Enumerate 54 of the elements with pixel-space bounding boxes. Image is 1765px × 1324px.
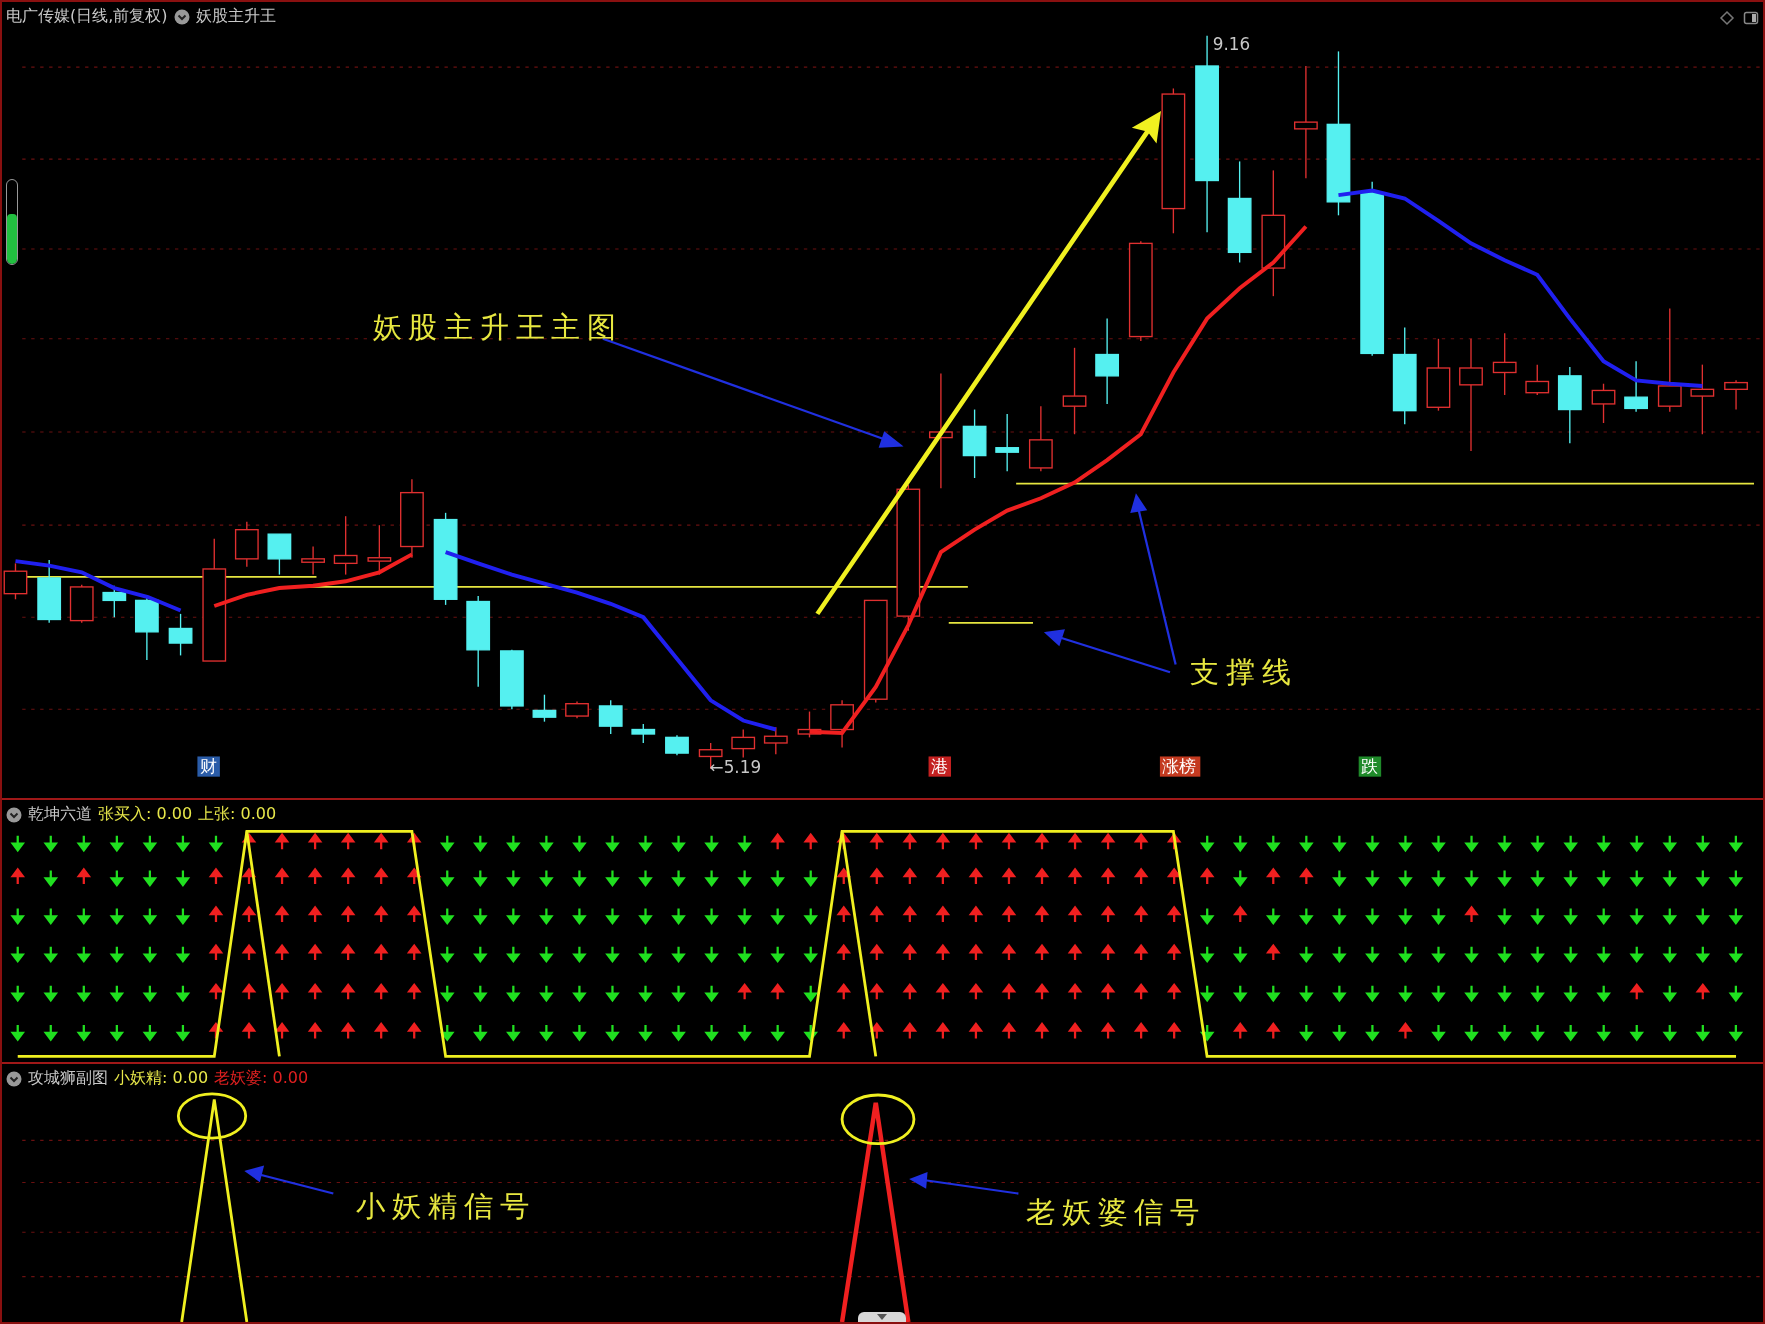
indicator-value: 老妖婆: 0.00	[214, 1068, 309, 1089]
candlestick	[731, 728, 756, 759]
candlestick	[234, 521, 259, 568]
price-label: ←5.19	[709, 757, 762, 778]
candlestick	[333, 515, 358, 576]
candlestick	[1525, 363, 1550, 396]
price-label: 9.16	[1212, 34, 1251, 55]
event-tag: 财	[197, 756, 220, 777]
indicator-title: 妖股主升王	[195, 6, 276, 27]
indicator-value: 小妖精: 0.00	[114, 1068, 209, 1089]
panel-title: 乾坤六道	[28, 804, 92, 825]
candlestick	[3, 562, 28, 600]
annotation-label: 老妖婆信号	[1026, 1195, 1206, 1230]
chevron-down-icon[interactable]	[173, 8, 190, 25]
caret-icon	[877, 1314, 887, 1320]
candlestick	[301, 545, 325, 576]
event-tag: 港	[928, 756, 951, 777]
candlestick	[962, 408, 987, 479]
collapse-tab[interactable]	[858, 1312, 906, 1322]
diamond-icon[interactable]	[1719, 10, 1735, 26]
candlestick	[69, 584, 94, 624]
candlestick	[1492, 332, 1517, 396]
event-tag: 涨榜	[1159, 756, 1201, 777]
chevron-down-icon[interactable]	[6, 806, 22, 823]
event-tag: 跌	[1358, 756, 1382, 777]
panel-toggle-icon[interactable]	[1743, 10, 1759, 26]
candlestick	[37, 559, 62, 624]
candlestick	[499, 649, 524, 710]
highlight-circle	[176, 1092, 248, 1140]
candlestick	[797, 710, 822, 739]
candlestick	[1690, 363, 1715, 435]
candlestick	[665, 734, 689, 756]
indicator-value: 上张: 0.00	[198, 804, 277, 825]
chevron-down-icon[interactable]	[6, 1070, 22, 1087]
candlestick	[598, 699, 623, 735]
candlestick	[995, 413, 1020, 472]
candlestick	[1624, 360, 1648, 413]
annotation-label: 妖股主升王主图	[372, 309, 623, 344]
candlestick	[267, 533, 292, 576]
candlestick	[168, 613, 193, 657]
candlestick	[367, 524, 392, 576]
annotation-label: 支撑线	[1190, 655, 1298, 690]
candlestick	[1724, 379, 1748, 411]
candlestick	[565, 700, 589, 719]
candlestick	[532, 694, 557, 723]
candlestick	[631, 723, 656, 744]
stock-title: 电广传媒(日线,前复权)	[6, 6, 168, 27]
candlestick	[1591, 383, 1616, 424]
indicator-value: 张买入: 0.00	[98, 804, 193, 825]
candlestick	[1028, 405, 1053, 472]
candlestick	[830, 699, 854, 749]
candlestick	[134, 596, 159, 661]
annotation-label: 小妖精信号	[355, 1188, 536, 1223]
panel-title: 攻城狮副图	[28, 1068, 108, 1089]
